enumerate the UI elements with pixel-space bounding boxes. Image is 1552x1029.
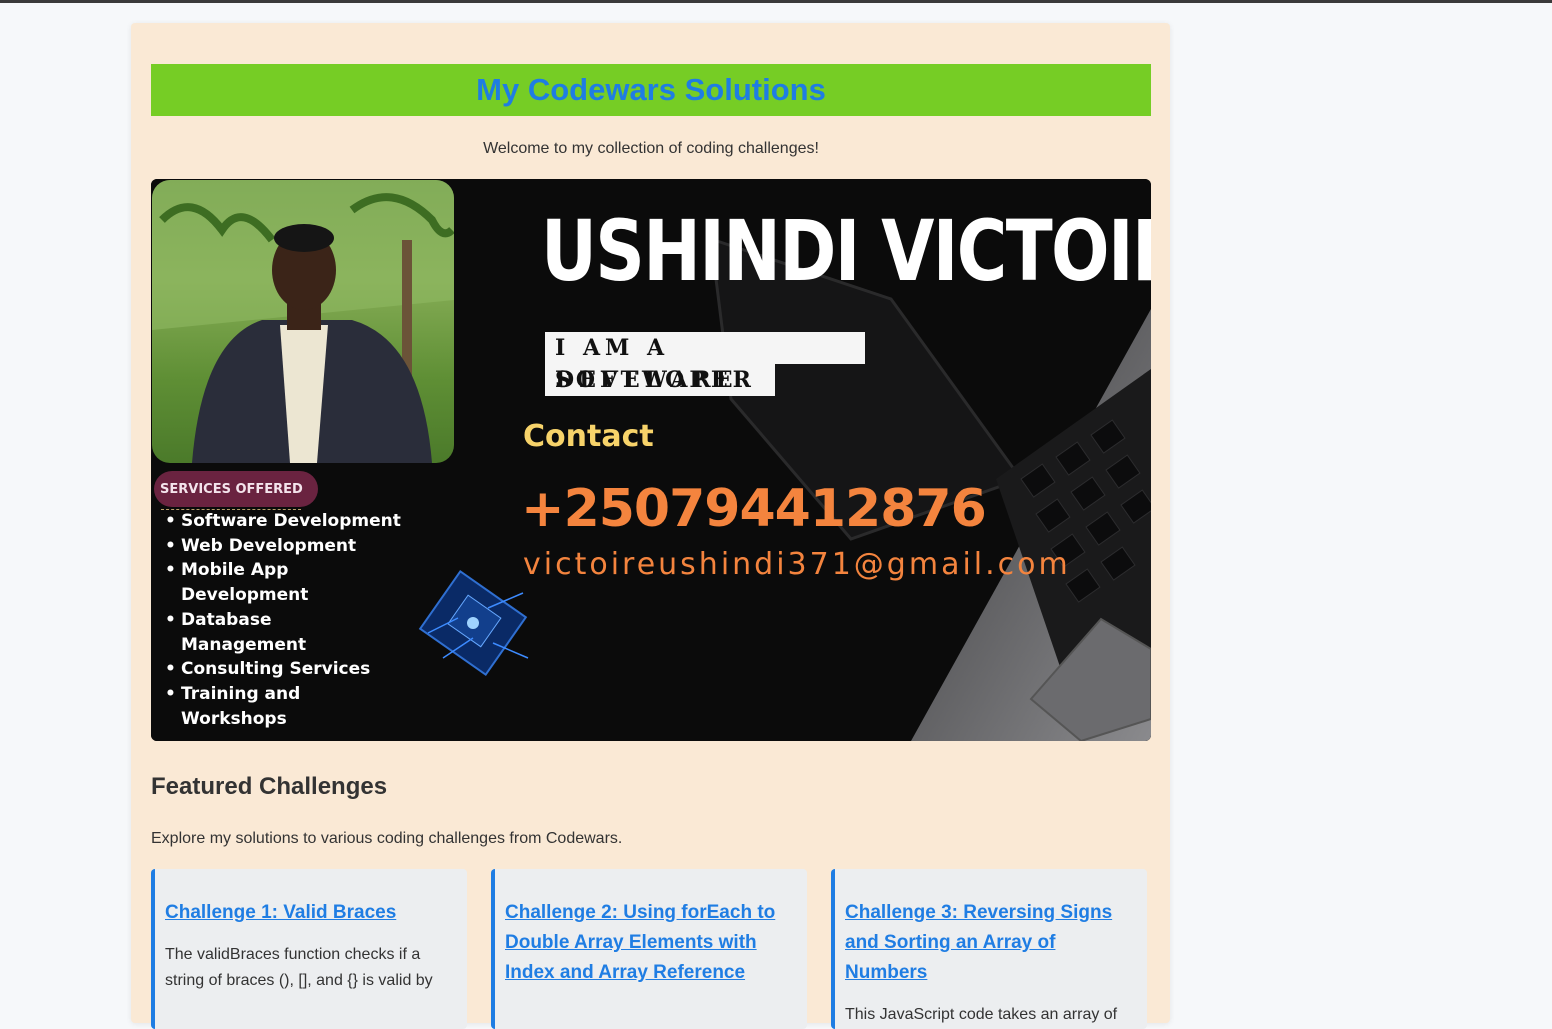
role-line-2: DEVELOPER <box>545 364 775 396</box>
banner-name: USHINDI VICTOIRE <box>541 202 1151 300</box>
profile-photo <box>152 180 454 463</box>
challenge-card: Challenge 1: Valid Braces The validBrace… <box>151 869 467 1029</box>
featured-description: Explore my solutions to various coding c… <box>151 830 623 847</box>
featured-heading: Featured Challenges <box>151 773 388 800</box>
role-label: I AM A SOFTWARE DEVELOPER <box>545 332 865 396</box>
contact-heading: Contact <box>523 419 654 454</box>
challenge-description: This JavaScript code takes an array of <box>845 1006 1118 1023</box>
service-item: Database Management <box>163 608 401 657</box>
challenge-link[interactable]: Challenge 3: Reversing Signs and Sorting… <box>845 898 1137 988</box>
service-item: Consulting Services <box>163 657 401 682</box>
service-item: Web Development <box>163 534 401 559</box>
page-title: My Codewars Solutions <box>476 72 826 107</box>
welcome-text: Welcome to my collection of coding chall… <box>483 140 819 157</box>
challenge-card: Challenge 2: Using forEach to Double Arr… <box>491 869 807 1029</box>
browser-top-border <box>0 0 1552 3</box>
services-badge: SERVICES OFFERED <box>154 471 318 507</box>
role-line-1: I AM A SOFTWARE <box>545 332 865 393</box>
service-item: Mobile App Development <box>163 558 401 607</box>
contact-email: victoireushindi371@gmail.com <box>523 547 1071 582</box>
contact-phone: +250794412876 <box>521 479 987 539</box>
challenge-link[interactable]: Challenge 1: Valid Braces <box>165 898 457 928</box>
service-item: Training and Workshops <box>163 682 401 731</box>
challenge-link[interactable]: Challenge 2: Using forEach to Double Arr… <box>505 898 797 988</box>
service-item: Software Development <box>163 509 401 534</box>
header-bar: My Codewars Solutions <box>151 64 1151 116</box>
challenge-card: Challenge 3: Reversing Signs and Sorting… <box>831 869 1147 1029</box>
main-container: My Codewars Solutions Welcome to my coll… <box>131 23 1170 1029</box>
profile-banner-image: SERVICES OFFERED Software Development We… <box>151 179 1151 741</box>
services-list: Software Development Web Development Mob… <box>163 509 401 731</box>
challenge-description: The validBraces function checks if a str… <box>165 946 433 989</box>
